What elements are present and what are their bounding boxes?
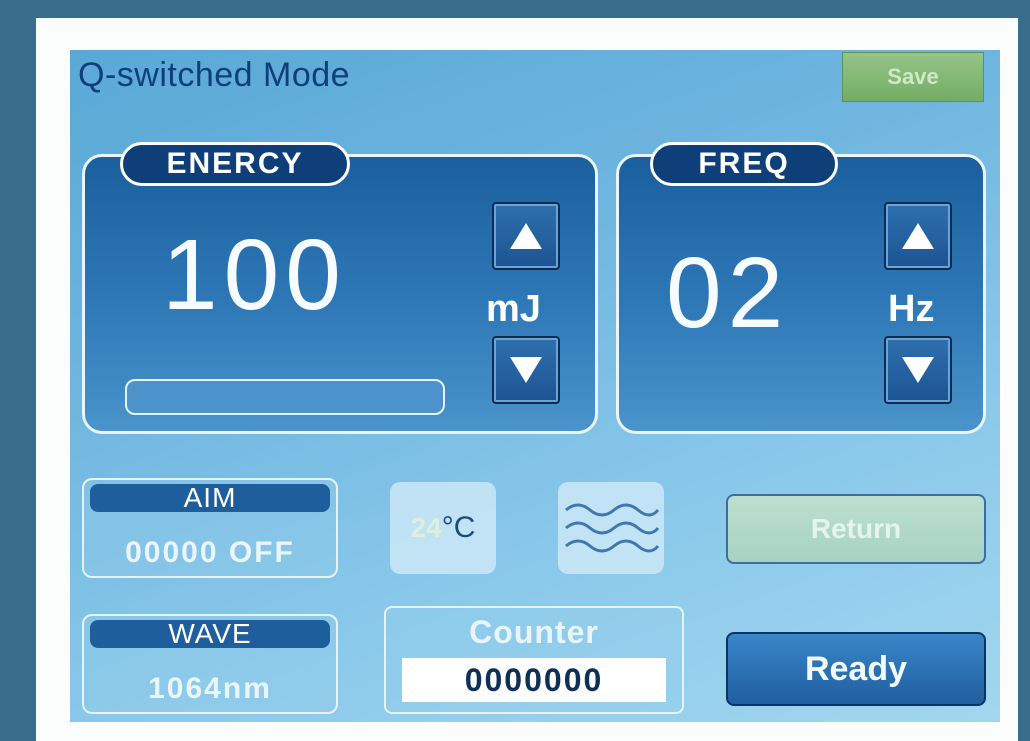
counter-box: Counter 0000000 — [384, 606, 684, 714]
aim-label: AIM — [90, 482, 330, 513]
water-wave-icon — [565, 503, 660, 553]
triangle-down-icon — [902, 357, 934, 383]
freq-down-button[interactable] — [884, 336, 952, 404]
freq-value: 02 — [666, 237, 790, 349]
energy-value: 100 — [162, 219, 347, 331]
energy-label: ENERCY — [120, 142, 350, 186]
ready-button[interactable]: Ready — [726, 632, 986, 706]
triangle-up-icon — [902, 223, 934, 249]
page-title: Q-switched Mode — [78, 56, 351, 94]
freq-up-button[interactable] — [884, 202, 952, 270]
wave-box[interactable]: WAVE 1064nm — [82, 614, 338, 714]
freq-label: FREQ — [650, 142, 838, 186]
energy-up-button[interactable] — [492, 202, 560, 270]
counter-value: 0000000 — [402, 658, 666, 702]
counter-label: Counter — [469, 614, 599, 650]
aim-box[interactable]: AIM 00000 OFF — [82, 478, 338, 578]
freq-unit: Hz — [888, 288, 935, 330]
triangle-down-icon — [510, 357, 542, 383]
energy-down-button[interactable] — [492, 336, 560, 404]
aim-value: 00000 OFF — [125, 536, 295, 569]
temperature-unit: °C — [441, 511, 476, 544]
temperature-value: 24 — [410, 512, 442, 543]
save-button[interactable]: Save — [842, 52, 984, 102]
touch-screen: Q-switched Mode Save ENERCY 100 mJ FREQ … — [70, 50, 1000, 722]
triangle-up-icon — [510, 223, 542, 249]
energy-level-bar — [125, 379, 445, 415]
wave-value: 1064nm — [148, 672, 272, 705]
return-button[interactable]: Return — [726, 494, 986, 564]
wave-label: WAVE — [90, 618, 330, 649]
temperature-indicator: 24 °C — [390, 482, 496, 574]
water-flow-indicator — [558, 482, 664, 574]
energy-unit: mJ — [486, 288, 541, 330]
